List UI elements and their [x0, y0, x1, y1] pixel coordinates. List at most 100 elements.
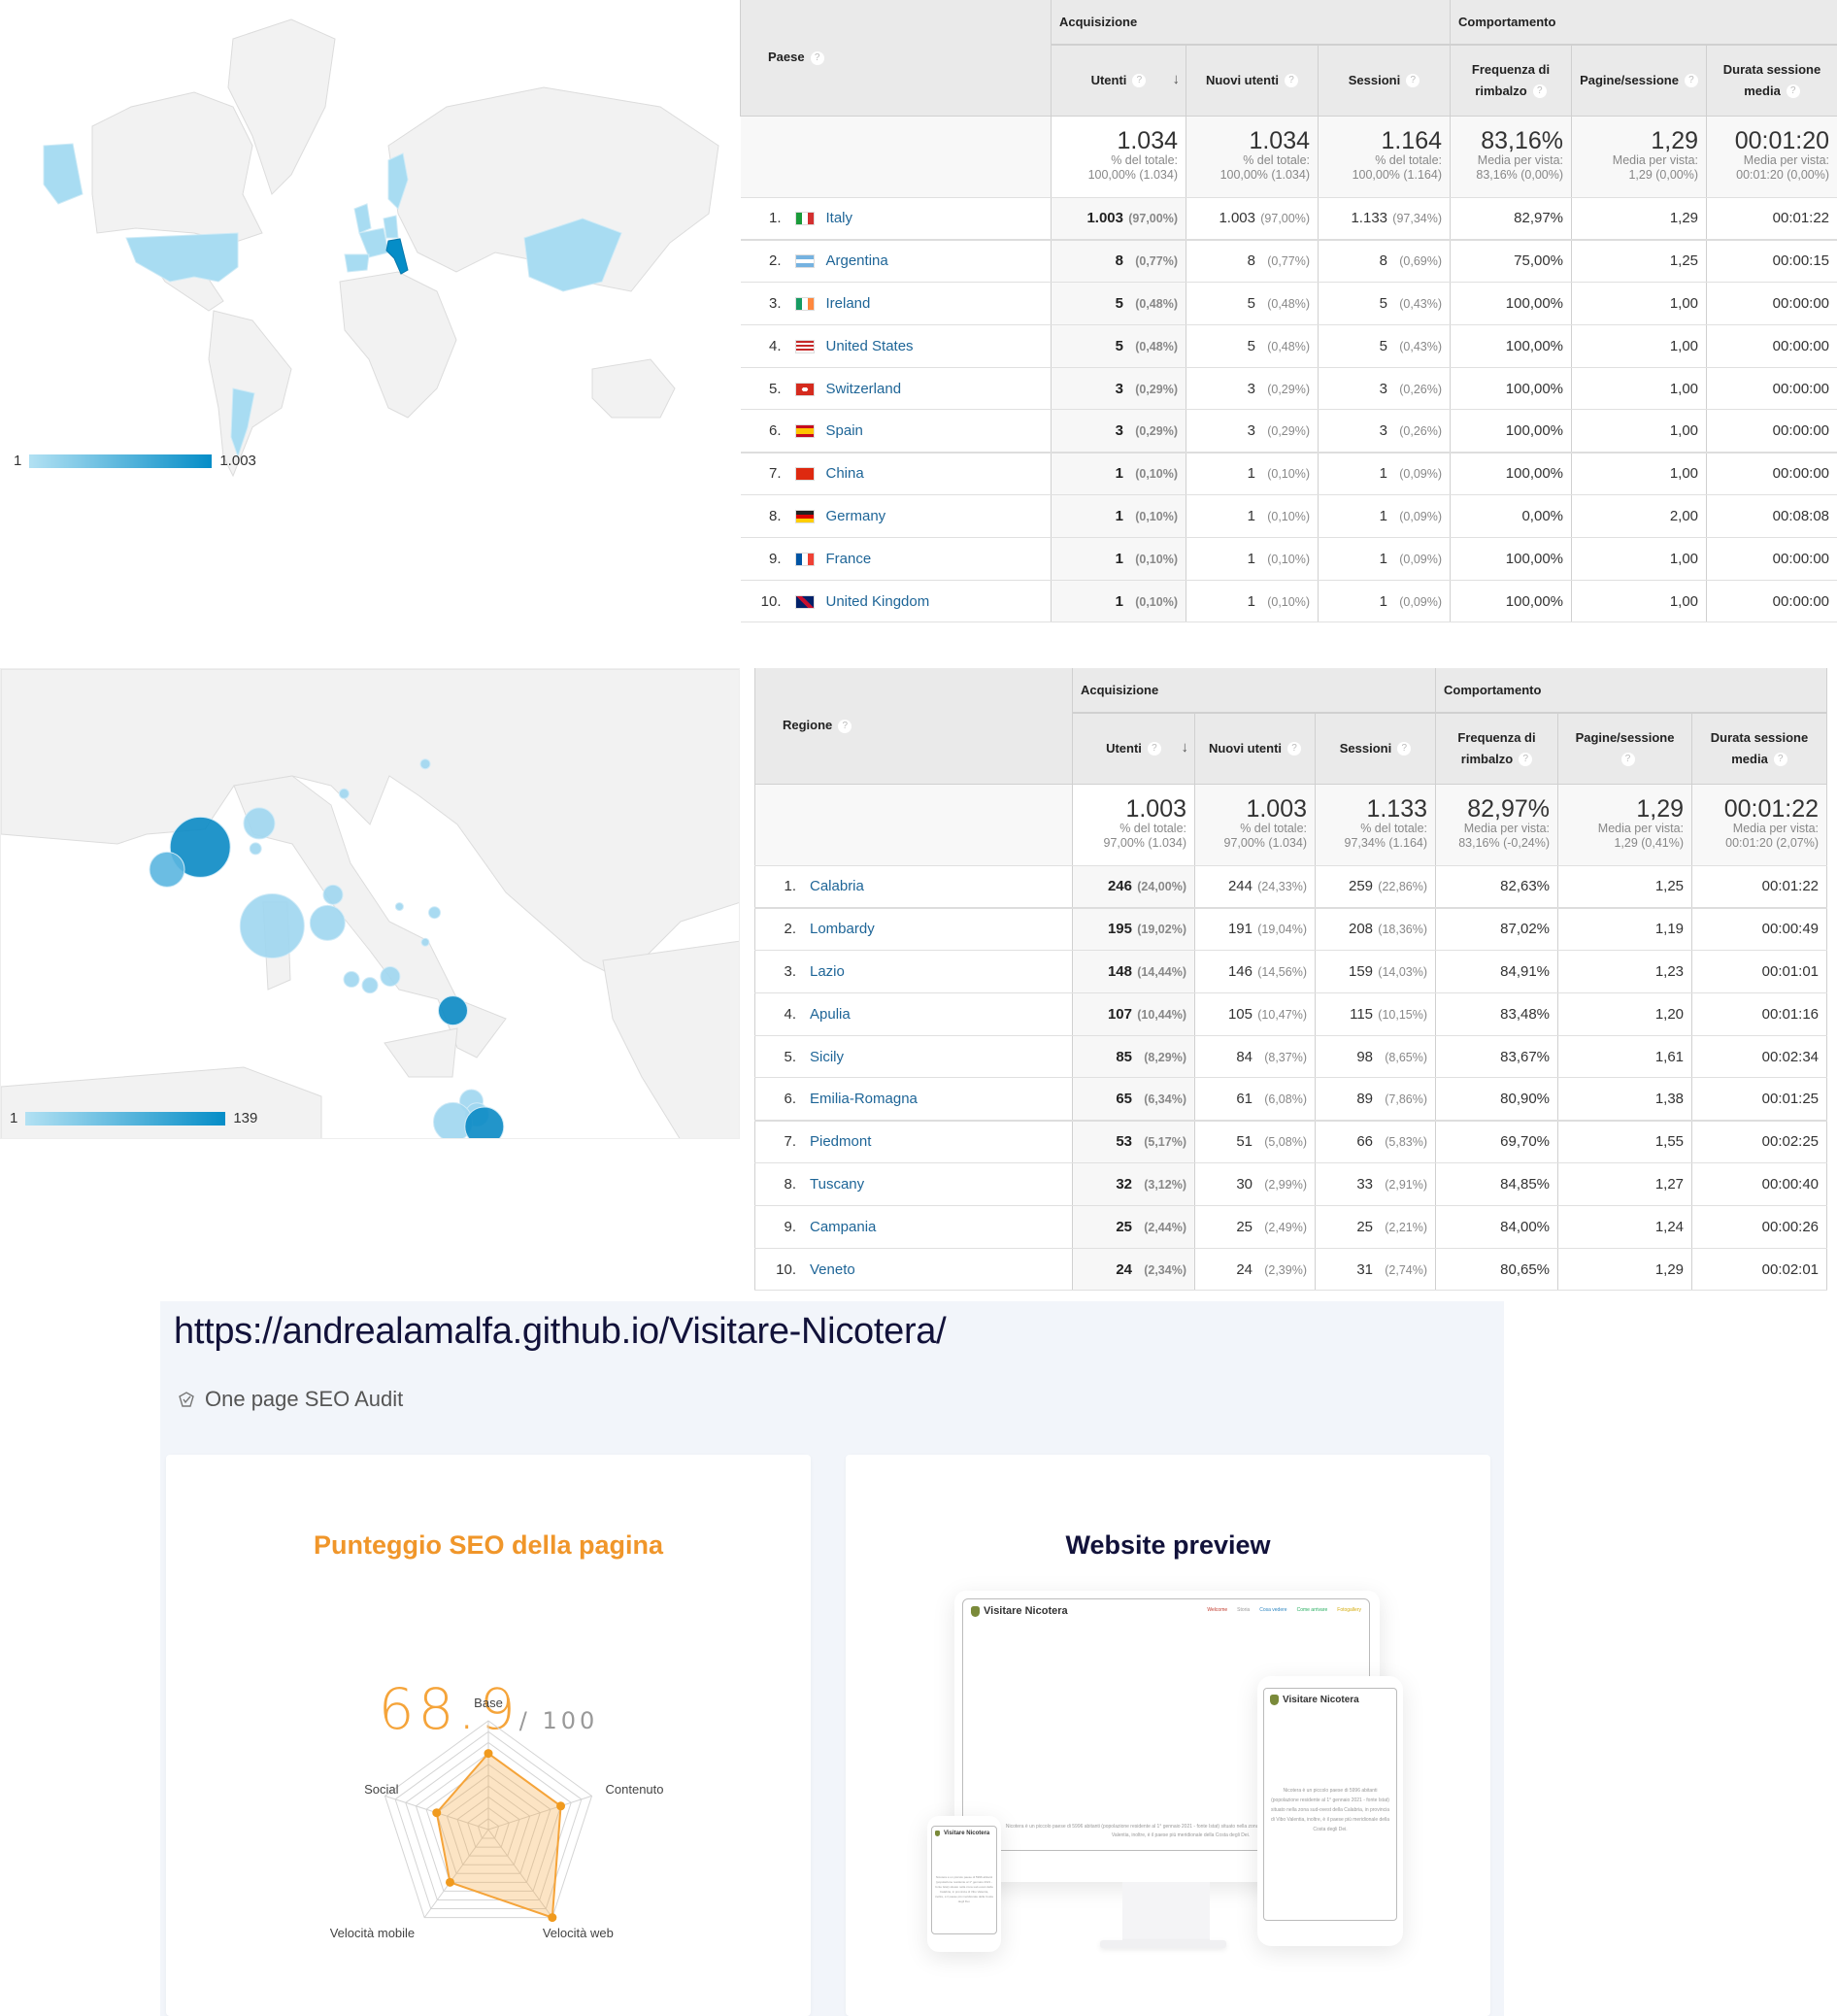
- page-url[interactable]: https://andrealamalfa.github.io/Visitare…: [174, 1311, 947, 1353]
- help-icon[interactable]: ?: [1773, 753, 1787, 767]
- dimension-link[interactable]: United Kingdom: [826, 593, 930, 610]
- avg-duration-cell: 00:00:00: [1706, 409, 1837, 454]
- dimension-link[interactable]: Calabria: [810, 878, 864, 894]
- column-header[interactable]: Sessioni?: [1317, 45, 1452, 117]
- region-bubble[interactable]: [243, 807, 276, 840]
- table-row: 4. Apulia 107 (10,44%) 105 (10,47%) 115 (10,15%…: [754, 992, 1828, 1036]
- canada: [91, 91, 263, 244]
- help-icon[interactable]: ?: [1287, 742, 1302, 756]
- region-bubble[interactable]: [428, 906, 441, 920]
- region-bubble[interactable]: [420, 937, 430, 947]
- help-icon[interactable]: ?: [1132, 74, 1147, 88]
- region-map[interactable]: [0, 668, 740, 1139]
- avg-duration-cell: 00:02:01: [1691, 1248, 1828, 1292]
- region-bubble[interactable]: [249, 842, 262, 856]
- help-icon[interactable]: ?: [1397, 742, 1412, 756]
- dimension-link[interactable]: Tuscany: [810, 1176, 864, 1193]
- pages-per-session-cell: 1,55: [1557, 1120, 1693, 1164]
- table-row: 7. Piedmont 53 (5,17%) 51 (5,08%) 66 (5,83%) 69,…: [754, 1120, 1828, 1164]
- column-header[interactable]: Utenti? ↓: [1072, 713, 1195, 785]
- column-header[interactable]: Utenti? ↓: [1051, 45, 1186, 117]
- users-cell: 65 (6,34%): [1072, 1077, 1195, 1122]
- radar-point-social[interactable]: [432, 1808, 442, 1818]
- radar-point-velocit-web[interactable]: [548, 1913, 557, 1923]
- dimension-link[interactable]: China: [826, 465, 864, 482]
- dimension-link[interactable]: Piedmont: [810, 1133, 871, 1150]
- dimension-cell: 2. Lombardy: [754, 907, 1073, 952]
- sort-desc-icon[interactable]: ↓: [1182, 737, 1189, 758]
- bounce-rate-cell: 100,00%: [1450, 580, 1573, 623]
- region-bubble[interactable]: [343, 971, 360, 989]
- sort-desc-icon[interactable]: ↓: [1173, 69, 1181, 90]
- dimension-link[interactable]: Veneto: [810, 1261, 855, 1278]
- sessions-cell: 5 (0,43%): [1317, 282, 1452, 325]
- dimension-cell: 7. China: [740, 452, 1052, 496]
- column-header[interactable]: Durata sessione media?: [1706, 45, 1837, 117]
- dimension-link[interactable]: Italy: [826, 210, 853, 226]
- column-header[interactable]: Frequenza di rimbalzo?: [1435, 713, 1559, 785]
- table-row: 10. United Kingdom 1 (0,10%) 1 (0,10%) 1 (0,09%…: [740, 580, 1837, 623]
- dimension-link[interactable]: Germany: [826, 508, 886, 524]
- dimension-cell: 3. Ireland: [740, 282, 1052, 325]
- dimension-link[interactable]: United States: [826, 338, 914, 354]
- new-users-cell: 244 (24,33%): [1194, 865, 1316, 909]
- dimension-link[interactable]: Emilia-Romagna: [810, 1091, 918, 1107]
- alaska: [43, 143, 84, 205]
- help-icon[interactable]: ?: [1147, 742, 1161, 756]
- radar-point-base[interactable]: [484, 1749, 493, 1759]
- column-header[interactable]: Durata sessione media?: [1691, 713, 1828, 785]
- help-icon[interactable]: ?: [1786, 84, 1800, 99]
- help-icon[interactable]: ?: [810, 50, 824, 65]
- germany: [383, 215, 399, 239]
- new-users-cell: 5 (0,48%): [1186, 282, 1319, 325]
- dimension-link[interactable]: Apulia: [810, 1006, 851, 1023]
- region-bubble[interactable]: [309, 904, 346, 941]
- pages-per-session-cell: 1,38: [1557, 1077, 1693, 1122]
- help-icon[interactable]: ?: [1620, 753, 1635, 767]
- region-bubble[interactable]: [419, 758, 431, 770]
- region-bubble[interactable]: [338, 788, 350, 799]
- users-cell: 1.003 (97,00%): [1051, 197, 1186, 241]
- column-header[interactable]: Sessioni?: [1314, 713, 1437, 785]
- phone-preview: Visitare Nicotera Nicotera è un piccolo …: [927, 1816, 1001, 1952]
- column-header[interactable]: Nuovi utenti?: [1194, 713, 1316, 785]
- dimension-link[interactable]: Argentina: [826, 252, 888, 269]
- radar-point-velocit-mobile[interactable]: [446, 1877, 455, 1887]
- help-icon[interactable]: ?: [1406, 74, 1420, 88]
- dimension-link[interactable]: Sicily: [810, 1049, 844, 1065]
- dimension-link[interactable]: Lombardy: [810, 921, 875, 937]
- bounce-rate-cell: 100,00%: [1450, 324, 1573, 368]
- help-icon[interactable]: ?: [1532, 84, 1547, 99]
- column-header[interactable]: Pagine/sessione?: [1557, 713, 1693, 785]
- column-header[interactable]: Nuovi utenti?: [1186, 45, 1319, 117]
- dimension-header[interactable]: Paese?: [740, 0, 1052, 117]
- table-row: 9. France 1 (0,10%) 1 (0,10%) 1 (0,09%) 100,00% 1…: [740, 537, 1837, 581]
- dimension-link[interactable]: Campania: [810, 1219, 876, 1235]
- column-header[interactable]: Frequenza di rimbalzo?: [1450, 45, 1573, 117]
- help-icon[interactable]: ?: [1684, 74, 1698, 88]
- avg-duration-cell: 00:00:00: [1706, 324, 1837, 368]
- flag-gb-icon: [794, 594, 815, 609]
- region-bubble[interactable]: [361, 977, 379, 994]
- radar-point-contenuto[interactable]: [556, 1801, 566, 1811]
- help-icon[interactable]: ?: [1285, 74, 1299, 88]
- help-icon[interactable]: ?: [838, 719, 852, 733]
- dimension-link[interactable]: Ireland: [826, 295, 871, 312]
- dimension-link[interactable]: Spain: [826, 422, 863, 439]
- help-icon[interactable]: ?: [1519, 753, 1533, 767]
- dimension-link[interactable]: Switzerland: [826, 381, 902, 397]
- country-map[interactable]: [0, 0, 738, 486]
- dimension-link[interactable]: Lazio: [810, 963, 845, 980]
- region-bubble[interactable]: [322, 884, 344, 905]
- dimension-header[interactable]: Regione?: [754, 668, 1073, 785]
- users-cell: 1 (0,10%): [1051, 494, 1186, 538]
- region-bubble[interactable]: [239, 892, 305, 958]
- table-row: 7. China 1 (0,10%) 1 (0,10%) 1 (0,09%) 100,00% 1,…: [740, 452, 1837, 496]
- bounce-rate-cell: 0,00%: [1450, 494, 1573, 538]
- region-bubble[interactable]: [438, 995, 468, 1026]
- region-bubble[interactable]: [380, 965, 401, 987]
- region-bubble[interactable]: [394, 902, 404, 912]
- column-header[interactable]: Pagine/sessione?: [1571, 45, 1708, 117]
- dimension-link[interactable]: France: [826, 551, 872, 567]
- region-bubble[interactable]: [149, 851, 185, 888]
